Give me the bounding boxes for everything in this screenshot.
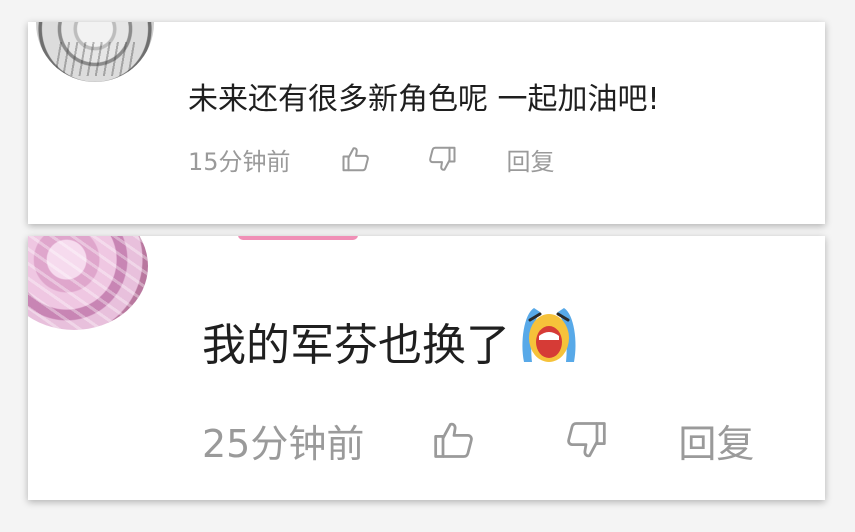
crying-face-emoji (514, 302, 584, 377)
reply-button[interactable]: 回复 (678, 413, 754, 468)
comment-text: 未来还有很多新角色呢 一起加油吧! (188, 82, 660, 117)
thumbs-up-icon[interactable] (339, 144, 373, 174)
comment-actions: 25分钟前 回复 (202, 414, 754, 466)
comment-text: 我的军芬也换了 (202, 302, 584, 377)
comment-card: 我的军芬也换了 25分钟前 回复 (28, 236, 825, 500)
thumbs-down-icon[interactable] (425, 144, 459, 174)
comment-actions: 15分钟前 回复 (188, 142, 555, 176)
username[interactable] (238, 236, 358, 240)
thumbs-down-icon[interactable] (562, 418, 610, 462)
avatar[interactable] (28, 236, 148, 330)
comment-card: 未来还有很多新角色呢 一起加油吧! 15分钟前 回复 (28, 22, 825, 224)
comment-body: 我的军芬也换了 (202, 320, 510, 371)
comment-timestamp: 15分钟前 (188, 147, 291, 176)
reply-button[interactable]: 回复 (507, 142, 555, 177)
thumbs-up-icon[interactable] (430, 418, 478, 462)
avatar[interactable] (36, 22, 154, 82)
comment-timestamp: 25分钟前 (202, 421, 365, 466)
